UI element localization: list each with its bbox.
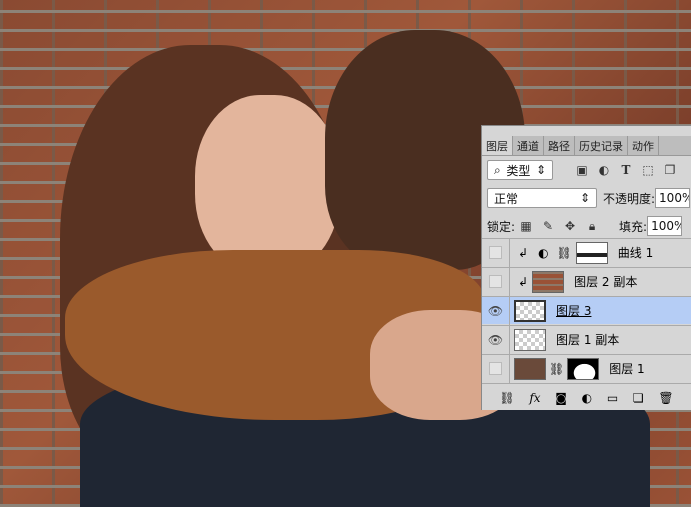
layers-panel: 图层 通道 路径 历史记录 动作 ⌕ 类型 ⇕ ▣ ◐ T ⬚ ❐ 正常 ⇕ 不透明度…: [481, 125, 691, 410]
layer-name: 曲线 1: [617, 246, 654, 260]
layer-row-selected[interactable]: 👁︎ 图层 3: [482, 296, 691, 325]
stepper-icon: ⇕: [579, 191, 590, 205]
tab-actions[interactable]: 动作: [628, 136, 659, 155]
layer-name: 图层 2 副本: [574, 275, 638, 289]
layer-thumbnail: [532, 270, 565, 293]
new-adjustment-icon[interactable]: ◐: [582, 391, 592, 405]
layer-thumbnail: [514, 299, 546, 322]
visibility-toggle[interactable]: [482, 354, 510, 383]
search-icon: ⌕: [494, 162, 501, 177]
lock-transparency-icon[interactable]: ▦: [519, 219, 533, 233]
smart-object-filter-icon[interactable]: ❐: [663, 163, 677, 177]
new-layer-icon[interactable]: ❏: [633, 391, 644, 405]
clipping-icon: ↲: [518, 274, 529, 289]
adjustment-layer-icon: ◐: [538, 245, 549, 260]
visibility-toggle[interactable]: [482, 238, 510, 267]
add-mask-icon[interactable]: ◙: [555, 391, 567, 405]
image-filter-icon[interactable]: ▣: [575, 163, 589, 177]
filter-type-select[interactable]: ⌕ 类型 ⇕: [487, 160, 553, 180]
layer-row[interactable]: ↲ ◐ ⛓ 曲线 1: [482, 238, 691, 267]
adjustment-filter-icon[interactable]: ◐: [597, 163, 611, 177]
panel-tabs: 图层 通道 路径 历史记录 动作: [482, 136, 691, 156]
stepper-icon: ⇕: [535, 163, 546, 177]
layer-row[interactable]: ⛓ 图层 1: [482, 354, 691, 383]
layer-name: 图层 1 副本: [556, 333, 620, 347]
link-layers-icon[interactable]: ⛓: [499, 391, 514, 405]
lock-pixels-icon[interactable]: ✎: [541, 219, 555, 233]
blend-mode-select[interactable]: 正常 ⇕: [487, 188, 597, 208]
shape-filter-icon[interactable]: ⬚: [641, 163, 655, 177]
fill-label: 填充:: [619, 219, 648, 234]
tab-channels[interactable]: 通道: [513, 136, 544, 155]
opacity-input[interactable]: 100%: [655, 188, 691, 208]
tab-paths[interactable]: 路径: [544, 136, 575, 155]
layer-row[interactable]: 👁︎ 图层 1 副本: [482, 325, 691, 354]
visibility-toggle[interactable]: 👁︎: [482, 325, 510, 354]
fill-input[interactable]: 100%: [647, 216, 683, 236]
link-icon[interactable]: ⛓: [557, 246, 572, 260]
layer-mask-thumbnail: [575, 241, 608, 264]
clipping-icon: ↲: [518, 245, 529, 260]
layer-row[interactable]: ↲ 图层 2 副本: [482, 267, 691, 296]
text-filter-icon[interactable]: T: [619, 163, 633, 177]
eye-icon: 👁︎: [487, 303, 504, 318]
new-group-icon[interactable]: ▭: [607, 391, 618, 405]
visibility-toggle[interactable]: 👁︎: [482, 296, 510, 325]
panel-toolbar: ⛓ fx ◙ ◐ ▭ ❏ 🗑︎: [482, 383, 691, 411]
trash-icon[interactable]: 🗑︎: [658, 391, 673, 405]
lock-label: 锁定:: [487, 219, 516, 234]
opacity-label: 不透明度:: [603, 191, 656, 206]
layer-name: 图层 1: [609, 362, 645, 376]
link-icon[interactable]: ⛓: [549, 362, 564, 376]
lock-position-icon[interactable]: ✥: [563, 219, 577, 233]
layer-mask-thumbnail: [567, 357, 600, 380]
layer-thumbnail: [514, 328, 546, 351]
lock-all-icon[interactable]: 🔒︎: [585, 219, 599, 234]
eye-icon: 👁︎: [487, 332, 504, 347]
tab-layers[interactable]: 图层: [482, 136, 513, 155]
layer-thumbnail: [514, 357, 546, 380]
woman-face: [195, 95, 340, 275]
fx-icon[interactable]: fx: [529, 391, 540, 405]
tab-history[interactable]: 历史记录: [575, 136, 628, 155]
layer-name: 图层 3: [556, 304, 592, 318]
visibility-toggle[interactable]: [482, 267, 510, 296]
